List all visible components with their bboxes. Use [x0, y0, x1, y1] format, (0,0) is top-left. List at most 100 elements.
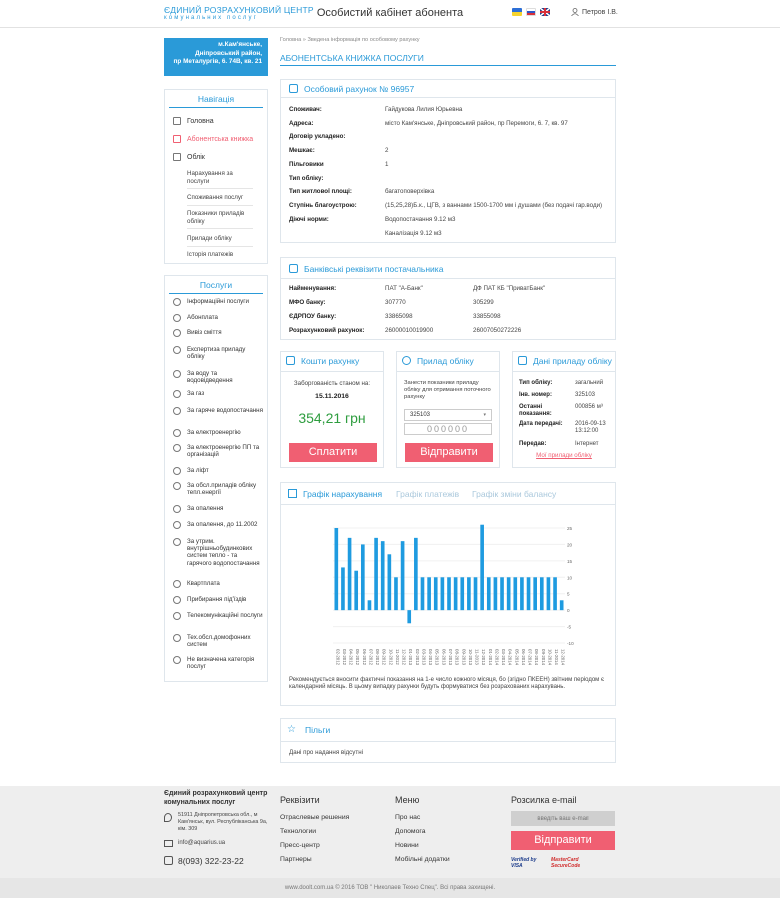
nav-subitem[interactable]: Прилади обліку — [187, 235, 253, 247]
chart-bar[interactable] — [539, 577, 544, 611]
bank-b-value: 305299 — [473, 299, 494, 306]
chart-bar[interactable] — [347, 537, 352, 611]
send-reading-button[interactable]: Відправити — [405, 443, 493, 462]
mail-icon — [164, 840, 173, 847]
chart-bar[interactable] — [367, 600, 372, 611]
chart-bar[interactable] — [420, 577, 425, 611]
service-item-label: За ліфт — [187, 467, 209, 474]
nav-subitem[interactable]: Споживання послуг — [187, 194, 253, 206]
chart-bar[interactable] — [380, 541, 385, 611]
x-tick-label: 11-2013 — [475, 649, 480, 665]
chart-bar[interactable] — [500, 577, 504, 611]
chart-bar[interactable] — [427, 577, 431, 611]
chart-bar[interactable] — [486, 577, 491, 611]
service-item[interactable]: За електроенергію ПП та організацій — [173, 444, 263, 458]
user-menu[interactable]: Петров І.В. — [571, 8, 618, 16]
subscribe-email-input[interactable] — [511, 811, 615, 826]
chart-bar[interactable] — [440, 577, 445, 611]
service-item[interactable]: Тех.обсл.домофонних систем — [173, 634, 263, 648]
footer-link[interactable]: Про нас — [395, 814, 420, 821]
chart-bar[interactable] — [546, 577, 551, 611]
chart-bar[interactable] — [559, 600, 564, 611]
chart-bar[interactable] — [361, 544, 365, 611]
footer-link[interactable]: Отраслевые решения — [280, 814, 349, 821]
chart-bar[interactable] — [553, 577, 557, 611]
service-icon — [173, 538, 181, 546]
chart-bar[interactable] — [374, 537, 378, 611]
footer-link[interactable]: Пресс-центр — [280, 842, 320, 849]
flag-ua-icon[interactable] — [512, 8, 522, 16]
service-item[interactable]: За опалення — [173, 505, 263, 513]
footer-link[interactable]: Партнеры — [280, 856, 312, 863]
chart-bar[interactable] — [334, 528, 339, 611]
service-icon — [173, 482, 181, 490]
chart-bar[interactable] — [341, 567, 345, 611]
nav-subitem[interactable]: Показники приладів обліку — [187, 210, 253, 229]
service-item[interactable]: За утрим. внутрішньобудинкових систем те… — [173, 538, 263, 567]
y-tick-label: 25 — [567, 526, 573, 531]
chart-bar[interactable] — [513, 577, 518, 611]
footer-link[interactable]: Технологии — [280, 828, 316, 835]
chart-bar[interactable] — [460, 577, 465, 611]
flag-ru-icon[interactable] — [526, 8, 536, 16]
chart-bar[interactable] — [414, 537, 418, 611]
chart-bar[interactable] — [407, 610, 412, 624]
x-tick-label: 01-2013 — [408, 649, 413, 666]
service-item[interactable]: За опалення, до 11.2002 — [173, 521, 263, 529]
chart-bar[interactable] — [473, 577, 478, 611]
chart-bar[interactable] — [526, 577, 531, 611]
x-tick-label: 05-2012 — [355, 649, 360, 666]
service-item[interactable]: Телекомунікаційні послуги — [173, 612, 263, 620]
nav-item-home[interactable]: Головна — [173, 117, 214, 125]
chart-bar[interactable] — [433, 577, 438, 611]
service-item[interactable]: Не визначена категорія послуг — [173, 656, 263, 670]
service-item[interactable]: Прибирання під'їздів — [173, 596, 263, 604]
service-item[interactable]: За воду та водовідведення — [173, 370, 263, 384]
chart-bar[interactable] — [493, 577, 498, 611]
user-icon — [571, 8, 579, 16]
breadcrumb[interactable]: Головна » Зведена інформація по особовом… — [280, 37, 420, 43]
chart-bar[interactable] — [354, 570, 359, 611]
account-field-value: 2 — [385, 147, 389, 154]
footer-link[interactable]: Допомога — [395, 828, 425, 835]
service-item[interactable]: Абонплата — [173, 314, 263, 322]
chart-bar[interactable] — [387, 554, 392, 611]
chart-bar[interactable] — [400, 541, 405, 611]
chart-bar[interactable] — [480, 524, 484, 611]
divider — [281, 741, 615, 742]
footer-email[interactable]: info@aquarius.ua — [178, 840, 225, 846]
service-item[interactable]: За гаряче водопостачання — [173, 407, 263, 415]
service-item[interactable]: Інформаційні послуги — [173, 298, 263, 306]
x-tick-label: 12-2013 — [481, 649, 486, 666]
chart-bar[interactable] — [394, 577, 398, 611]
meter-field-label: Тип обліку: — [519, 380, 553, 386]
footer-phone[interactable]: 8(093) 322-23-22 — [178, 856, 244, 866]
service-item[interactable]: За електроенергію — [173, 429, 263, 437]
service-item[interactable]: За обсл.приладів обліку тепл.енергії — [173, 482, 263, 496]
logo-line2[interactable]: комунальних послуг — [164, 15, 258, 21]
service-item[interactable]: Вивіз сміття — [173, 329, 263, 337]
meter-reading-input[interactable]: 000000 — [404, 423, 492, 435]
my-meters-link[interactable]: Мої прилади обліку — [513, 452, 615, 459]
nav-subitem[interactable]: Історія платежів — [187, 251, 253, 262]
service-item[interactable]: За газ — [173, 390, 263, 398]
chart-bar[interactable] — [467, 577, 471, 611]
pay-button[interactable]: Сплатити — [289, 443, 377, 462]
service-item[interactable]: За ліфт — [173, 467, 263, 475]
footer-link[interactable]: Мобільні додатки — [395, 856, 450, 863]
x-tick-label: 07-2012 — [368, 649, 373, 666]
footer-link[interactable]: Новини — [395, 842, 419, 849]
flag-en-icon[interactable] — [539, 7, 551, 17]
chart-bar[interactable] — [506, 577, 511, 611]
nav-item-accounting[interactable]: Облік — [173, 153, 205, 161]
chart-bar[interactable] — [453, 577, 458, 611]
nav-subitem[interactable]: Нарахування за послуги — [187, 170, 253, 189]
meter-select[interactable]: 325103 ▾ — [404, 409, 492, 421]
service-item[interactable]: Квартплата — [173, 580, 263, 588]
chart-bar[interactable] — [520, 577, 524, 611]
subscribe-button[interactable]: Відправити — [511, 831, 615, 850]
nav-item-account-book[interactable]: Абонентська книжка — [173, 135, 253, 143]
chart-bar[interactable] — [447, 577, 451, 611]
chart-bar[interactable] — [533, 577, 537, 611]
service-item[interactable]: Експертиза приладу обліку — [173, 346, 263, 360]
